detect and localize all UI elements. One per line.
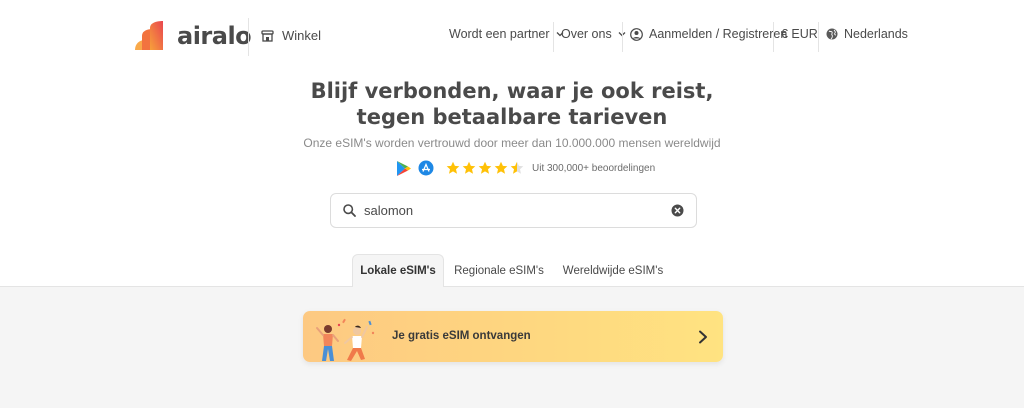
shop-link[interactable]: Winkel [261,28,321,43]
clear-icon[interactable] [671,204,684,217]
celebrating-people-illustration [316,318,375,361]
login-link[interactable]: Aanmelden / Registreren [630,27,787,41]
chevron-right-icon [699,330,707,344]
title-line-1: Blijf verbonden, waar je ook reist, [310,79,714,103]
half-star-icon [510,161,524,174]
rating-text: Uit 300,000+ beoordelingen [532,162,656,174]
tab-global-esims[interactable]: Wereldwijde eSIM's [558,254,668,287]
destination-search[interactable] [330,193,697,228]
tab-label: Regionale eSIM's [454,264,544,277]
store-icon [261,29,274,42]
star-icon [494,161,508,174]
tab-local-esims[interactable]: Lokale eSIM's [352,254,444,287]
nav-divider [818,22,819,52]
nav-divider [622,22,623,52]
search-input[interactable] [364,203,671,218]
about-menu[interactable]: Over ons [561,27,626,41]
currency-label: € EUR [781,27,818,41]
login-label: Aanmelden / Registreren [649,27,788,41]
top-header: airalo Winkel Wordt een partner Over ons… [0,0,1024,74]
airalo-logo[interactable]: airalo [133,20,252,52]
page-title: Blijf verbonden, waar je ook reist, tege… [0,78,1024,130]
rating-row: Uit 300,000+ beoordelingen [396,158,655,178]
shop-label: Winkel [282,28,322,43]
brand-name: airalo [177,22,252,50]
partner-menu[interactable]: Wordt een partner [449,27,564,41]
user-circle-icon [630,27,643,41]
app-store-icon[interactable] [418,160,434,176]
nav-divider [773,22,774,52]
google-play-icon[interactable] [396,160,412,177]
currency-selector[interactable]: € EUR [781,27,818,41]
header-divider [248,18,249,56]
star-icon [462,161,476,174]
partner-label: Wordt een partner [449,27,550,41]
globe-icon [826,28,838,40]
banner-text: Je gratis eSIM ontvangen [392,330,531,342]
logo-mark-icon [135,21,163,50]
nav-divider [553,22,554,52]
title-line-2: tegen betaalbare tarieven [356,105,668,129]
tab-label: Lokale eSIM's [360,265,436,277]
language-label: Nederlands [844,27,908,41]
about-label: Over ons [561,27,612,41]
search-icon [343,204,356,217]
star-icon [478,161,492,174]
star-icon [446,161,460,174]
language-selector[interactable]: Nederlands [826,27,908,41]
hero-subtitle: Onze eSIM's worden vertrouwd door meer d… [303,136,721,150]
free-esim-banner[interactable]: Je gratis eSIM ontvangen [303,311,723,362]
star-rating [446,161,524,175]
tab-regional-esims[interactable]: Regionale eSIM's [448,254,550,287]
tab-label: Wereldwijde eSIM's [562,264,664,277]
